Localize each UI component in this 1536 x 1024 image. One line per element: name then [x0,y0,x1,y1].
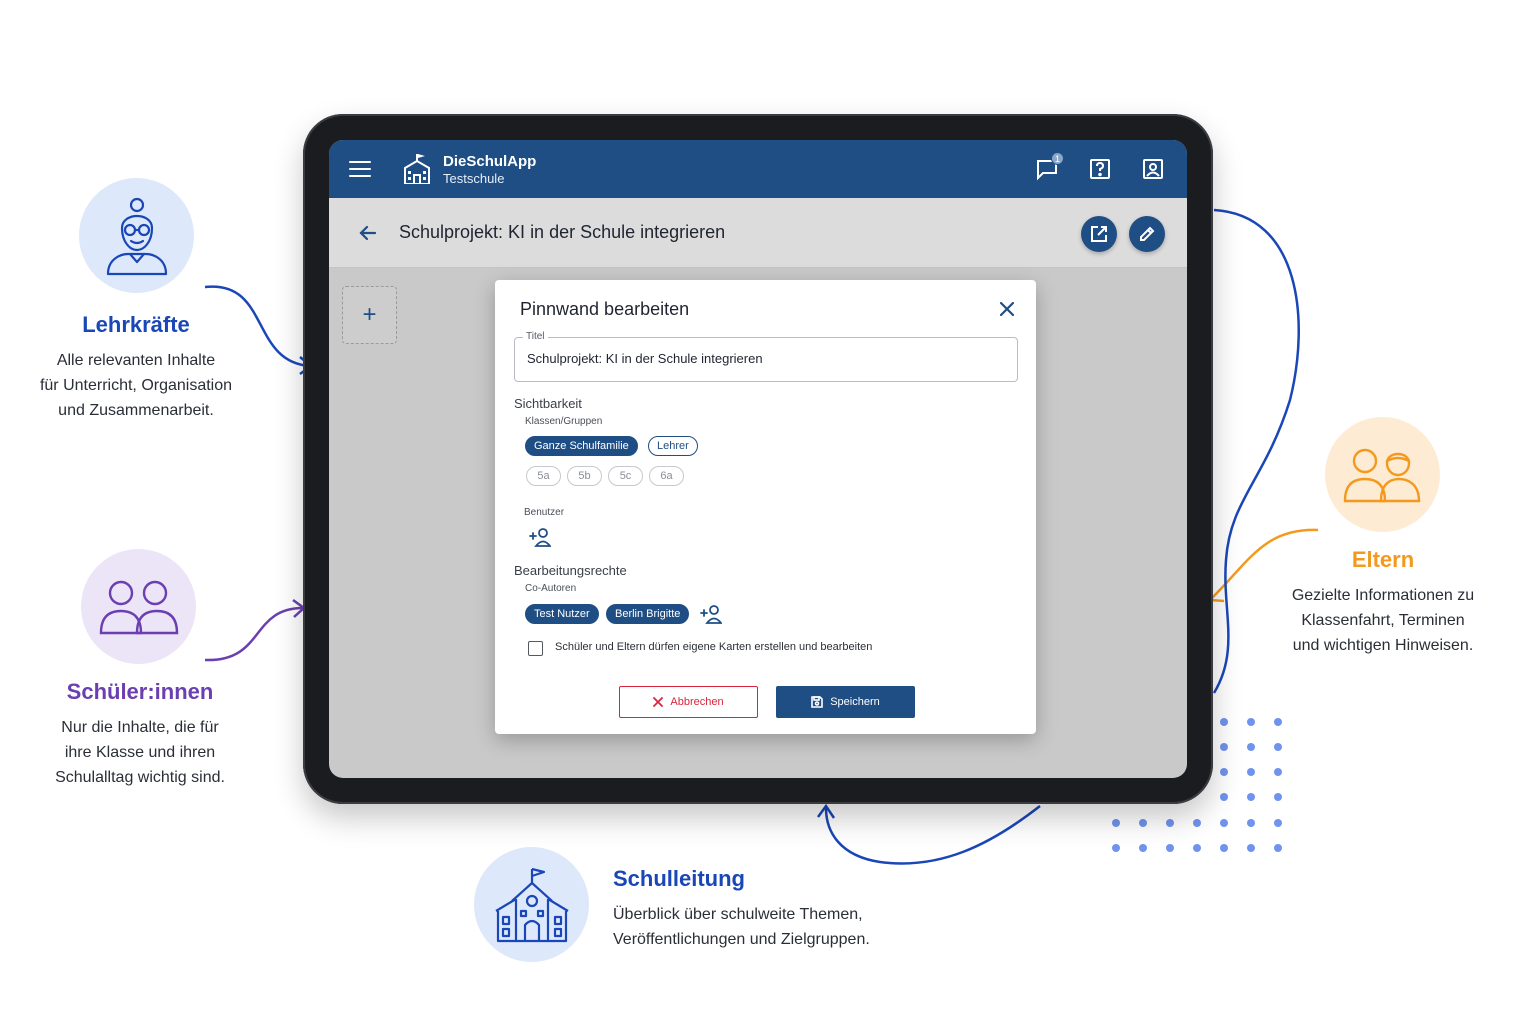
school-building-icon [494,867,569,942]
school-name: Testschule [443,171,505,186]
account-icon [1143,159,1163,179]
management-avatar-circle [474,847,589,962]
title-field: Titel [514,331,1018,382]
students-description: Nur die Inhalte, die für ihre Klasse und… [55,719,225,786]
title-field-label: Titel [523,331,548,342]
teacher-avatar-circle [79,178,194,293]
school-logo-icon [404,154,430,184]
add-card-button[interactable]: + [342,286,397,344]
edit-rights-label: Bearbeitungsrechte [514,563,627,578]
close-small-icon [653,697,664,707]
app-name: DieSchulApp [443,153,537,170]
groups-label: Klassen/Gruppen [525,416,603,427]
title-input[interactable] [527,351,997,366]
edit-icon [1140,226,1155,241]
chat-button[interactable]: 1 [1035,152,1064,181]
coauthor-chip[interactable]: Test Nutzer [525,604,599,624]
students-icon [99,580,178,634]
open-external-icon [1091,226,1107,242]
teacher-description: Alle relevanten Inhalte für Unterricht, … [39,352,233,419]
students-avatar-circle [81,549,196,664]
edit-button[interactable] [1129,216,1165,252]
account-button[interactable] [1141,157,1165,181]
coauthors-label: Co-Autoren [525,583,577,594]
notification-badge: 1 [1051,152,1064,165]
save-button[interactable]: Speichern [776,686,915,718]
students-title: Schüler:innen [66,679,214,704]
dialog-title: Pinnwand bearbeiten [520,299,690,319]
teacher-title: Lehrkräfte [82,312,190,337]
page-title: Schulprojekt: KI in der Schule integrier… [399,222,726,242]
class-chip[interactable]: 5b [567,466,602,486]
parents-title: Eltern [1351,547,1415,572]
back-arrow-icon[interactable] [357,222,379,244]
class-chip[interactable]: 6a [649,466,684,486]
group-chip[interactable]: Ganze Schulfamilie [525,436,638,456]
app-screen: DieSchulApp Testschule 1 Schulprojekt: K… [329,140,1187,778]
cancel-label: Abbrechen [670,696,724,708]
class-chip[interactable]: 5c [608,466,643,486]
allow-cards-checkbox[interactable] [528,641,543,656]
save-icon [811,696,824,708]
group-chip[interactable]: Lehrer [648,436,698,456]
visibility-label: Sichtbarkeit [514,396,582,411]
page-header: Schulprojekt: KI in der Schule integrier… [329,198,1187,268]
cancel-button[interactable]: Abbrechen [619,686,758,718]
menu-icon[interactable] [349,158,371,180]
open-external-button[interactable] [1081,216,1117,252]
add-user-icon[interactable] [529,527,551,547]
parents-icon [1343,448,1420,502]
management-title: Schulleitung [613,866,745,891]
add-coauthor-icon[interactable] [700,604,722,624]
users-label: Benutzer [524,507,565,518]
allow-cards-label: Schüler und Eltern dürfen eigene Karten … [555,641,873,653]
management-description: Überblick über schulweite Themen, Veröff… [613,906,870,948]
app-bar: DieSchulApp Testschule 1 [329,140,1187,198]
edit-board-dialog: Pinnwand bearbeiten Titel Sichtbarkeit K… [495,280,1036,734]
parents-avatar-circle [1325,417,1440,532]
help-button[interactable] [1088,157,1112,181]
parents-description: Gezielte Informationen zu Klassenfahrt, … [1291,587,1475,654]
close-icon[interactable] [998,300,1016,318]
help-icon [1090,159,1110,179]
class-chip[interactable]: 5a [526,466,561,486]
coauthor-chip[interactable]: Berlin Brigitte [606,604,690,624]
teacher-icon [106,197,167,275]
save-label: Speichern [830,696,880,708]
